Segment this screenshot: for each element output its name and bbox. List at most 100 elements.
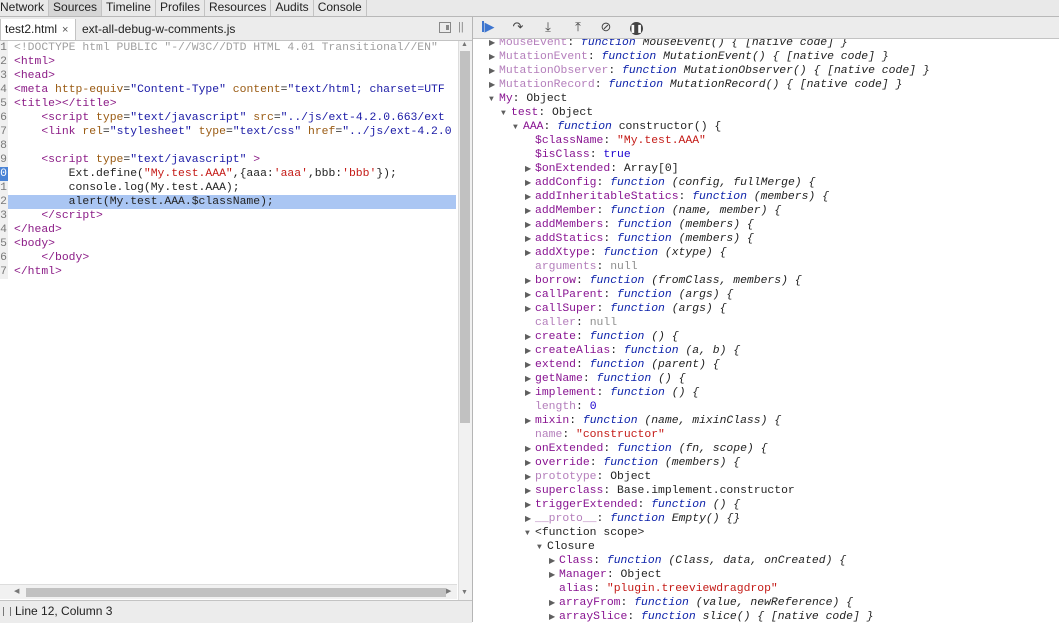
expand-arrow-icon[interactable]: ▶ — [525, 289, 535, 303]
vertical-scrollbar[interactable]: ▲ ▼ — [458, 41, 472, 601]
scroll-left-arrow-icon[interactable]: ◀ — [14, 587, 19, 595]
code-view[interactable]: 1 <!DOCTYPE html PUBLIC "-//W3C//DTD HTML… — [0, 41, 456, 601]
line-number[interactable]: 7 — [0, 265, 8, 279]
expand-arrow-icon[interactable]: ▶ — [525, 471, 535, 485]
scope-tree-row[interactable]: alias: "plugin.treeviewdragdrop" — [549, 582, 778, 596]
expand-arrow-icon[interactable]: ▶ — [525, 513, 535, 527]
collapse-arrow-icon[interactable]: ▼ — [525, 527, 535, 541]
scroll-right-arrow-icon[interactable]: ▶ — [446, 587, 451, 595]
line-number[interactable]: 2 — [0, 195, 8, 209]
code-line[interactable]: 7 </html> — [0, 265, 456, 279]
scope-tree-row[interactable]: ▶ triggerExtended: function () { — [525, 498, 740, 512]
scope-tree-row[interactable]: ▶ Class: function (Class, data, onCreated… — [549, 554, 846, 568]
scope-tree-row[interactable]: ▼ My: Object — [489, 92, 567, 106]
scrollbar-thumb[interactable] — [460, 51, 470, 423]
expand-arrow-icon[interactable]: ▶ — [549, 611, 559, 622]
scope-variables-tree[interactable]: ▶ MouseEvent: function MouseEvent() { [na… — [473, 39, 1059, 622]
horizontal-scrollbar[interactable]: ◀ ▶ — [0, 584, 457, 599]
line-number[interactable]: 5 — [0, 237, 8, 251]
scope-tree-row[interactable]: ▶ addConfig: function (config, fullMerge)… — [525, 176, 815, 190]
step-over-icon[interactable]: ↷ — [509, 19, 527, 35]
file-tab-ext-all-debug[interactable]: ext-all-debug-w-comments.js — [82, 19, 235, 40]
expand-arrow-icon[interactable]: ▶ — [525, 247, 535, 261]
scope-tree-row[interactable]: ▶ borrow: function (fromClass, members) { — [525, 274, 802, 288]
pause-on-exceptions-icon[interactable]: || — [458, 21, 468, 34]
line-number[interactable]: 2 — [0, 55, 8, 69]
scope-tree-row[interactable]: ▶ addStatics: function (members) { — [525, 232, 754, 246]
tab-network[interactable]: Network — [0, 0, 50, 16]
scope-tree-row[interactable]: ▶ create: function () { — [525, 330, 679, 344]
code-line[interactable]: 7 <link rel="stylesheet" type="text/css"… — [0, 125, 456, 139]
code-line[interactable]: 3 <head> — [0, 69, 456, 83]
scope-tree-row[interactable]: ▼ test: Object — [501, 106, 593, 120]
scope-tree-row[interactable]: ▶ Manager: Object — [549, 568, 662, 582]
code-line[interactable]: 0 Ext.define("My.test.AAA",{aaa:'aaa',bb… — [0, 167, 456, 181]
line-number[interactable]: 7 — [0, 125, 8, 139]
scope-tree-row[interactable]: ▶ implement: function () { — [525, 386, 699, 400]
code-line[interactable]: 1 console.log(My.test.AAA); — [0, 181, 456, 195]
expand-arrow-icon[interactable]: ▶ — [489, 79, 499, 93]
expand-arrow-icon[interactable]: ▶ — [525, 205, 535, 219]
scope-tree-row[interactable]: caller: null — [525, 316, 617, 330]
line-number[interactable]: 3 — [0, 69, 8, 83]
scope-tree-row[interactable]: ▶ override: function (members) { — [525, 456, 740, 470]
step-out-icon[interactable]: ⤒ — [569, 19, 587, 35]
expand-arrow-icon[interactable]: ▶ — [525, 177, 535, 191]
resume-icon[interactable]: ▶ — [479, 19, 497, 35]
scope-tree-row[interactable]: ▶ __proto__: function Empty() {} — [525, 512, 740, 526]
tab-profiles[interactable]: Profiles — [156, 0, 205, 16]
scope-tree-row[interactable]: ▶ getName: function () { — [525, 372, 685, 386]
expand-arrow-icon[interactable]: ▶ — [525, 345, 535, 359]
scope-tree-row[interactable]: $className: "My.test.AAA" — [525, 134, 706, 148]
scope-tree-row[interactable]: ▶ prototype: Object — [525, 470, 651, 484]
scope-tree-row[interactable]: name: "constructor" — [525, 428, 665, 442]
code-line[interactable]: 8 — [0, 139, 456, 153]
breakpoint-line-number[interactable]: 0 — [0, 167, 8, 181]
expand-arrow-icon[interactable]: ▶ — [525, 499, 535, 513]
expand-arrow-icon[interactable]: ▶ — [525, 443, 535, 457]
toggle-navigator-icon[interactable] — [439, 22, 451, 33]
collapse-arrow-icon[interactable]: ▼ — [501, 107, 511, 121]
expand-arrow-icon[interactable]: ▶ — [525, 233, 535, 247]
scope-tree-row[interactable]: ▶ addMembers: function (members) { — [525, 218, 754, 232]
code-line[interactable]: 5 <title></title> — [0, 97, 456, 111]
code-line[interactable]: 3 </script> — [0, 209, 456, 223]
scope-tree-row[interactable]: ▶ extend: function (parent) { — [525, 358, 720, 372]
tab-timeline[interactable]: Timeline — [102, 0, 156, 16]
expand-arrow-icon[interactable]: ▶ — [525, 191, 535, 205]
line-number[interactable]: 3 — [0, 209, 8, 223]
scope-tree-row[interactable]: ▶ addInheritableStatics: function (member… — [525, 190, 829, 204]
scope-tree-row[interactable]: ▼ AAA: function constructor() { — [513, 120, 721, 134]
expand-arrow-icon[interactable]: ▶ — [549, 597, 559, 611]
split-view-icon[interactable] — [3, 607, 11, 616]
line-number[interactable]: 4 — [0, 83, 8, 97]
expand-arrow-icon[interactable]: ▶ — [525, 163, 535, 177]
scope-tree-row[interactable]: ▶ addXtype: function (xtype) { — [525, 246, 726, 260]
expand-arrow-icon[interactable]: ▶ — [525, 275, 535, 289]
expand-arrow-icon[interactable]: ▶ — [549, 555, 559, 569]
scope-tree-row[interactable]: ▶ superclass: Base.implement.constructor — [525, 484, 795, 498]
scope-tree-row[interactable]: arguments: null — [525, 260, 638, 274]
collapse-arrow-icon[interactable]: ▼ — [489, 93, 499, 107]
scope-tree-row[interactable]: ▶ MutationObserver: function MutationObse… — [489, 64, 930, 78]
line-number[interactable]: 5 — [0, 97, 8, 111]
scroll-up-arrow-icon[interactable]: ▲ — [461, 41, 468, 48]
deactivate-breakpoints-icon[interactable]: ⊘ — [597, 19, 615, 35]
step-into-icon[interactable]: ⤓ — [539, 19, 557, 35]
code-line[interactable]: 2 alert(My.test.AAA.$className); — [0, 195, 456, 209]
scope-tree-row[interactable]: $isClass: true — [525, 148, 631, 162]
scope-tree-row[interactable]: ▶ callParent: function (args) { — [525, 288, 733, 302]
expand-arrow-icon[interactable]: ▶ — [525, 387, 535, 401]
scope-tree-row[interactable]: ▶ MutationRecord: function MutationRecord… — [489, 78, 902, 92]
scope-tree-row[interactable]: ▶ addMember: function (name, member) { — [525, 204, 781, 218]
scope-tree-row[interactable]: ▶ createAlias: function (a, b) { — [525, 344, 740, 358]
line-number[interactable]: 6 — [0, 251, 8, 265]
expand-arrow-icon[interactable]: ▶ — [489, 51, 499, 65]
scope-tree-row[interactable]: length: 0 — [525, 400, 597, 414]
expand-arrow-icon[interactable]: ▶ — [525, 373, 535, 387]
line-number[interactable]: 1 — [0, 41, 8, 55]
pause-on-exceptions-icon[interactable]: ❚❚ — [627, 19, 645, 35]
expand-arrow-icon[interactable]: ▶ — [525, 457, 535, 471]
scope-tree-row[interactable]: ▶ MouseEvent: function MouseEvent() { [na… — [489, 39, 848, 50]
tab-resources[interactable]: Resources — [205, 0, 272, 16]
